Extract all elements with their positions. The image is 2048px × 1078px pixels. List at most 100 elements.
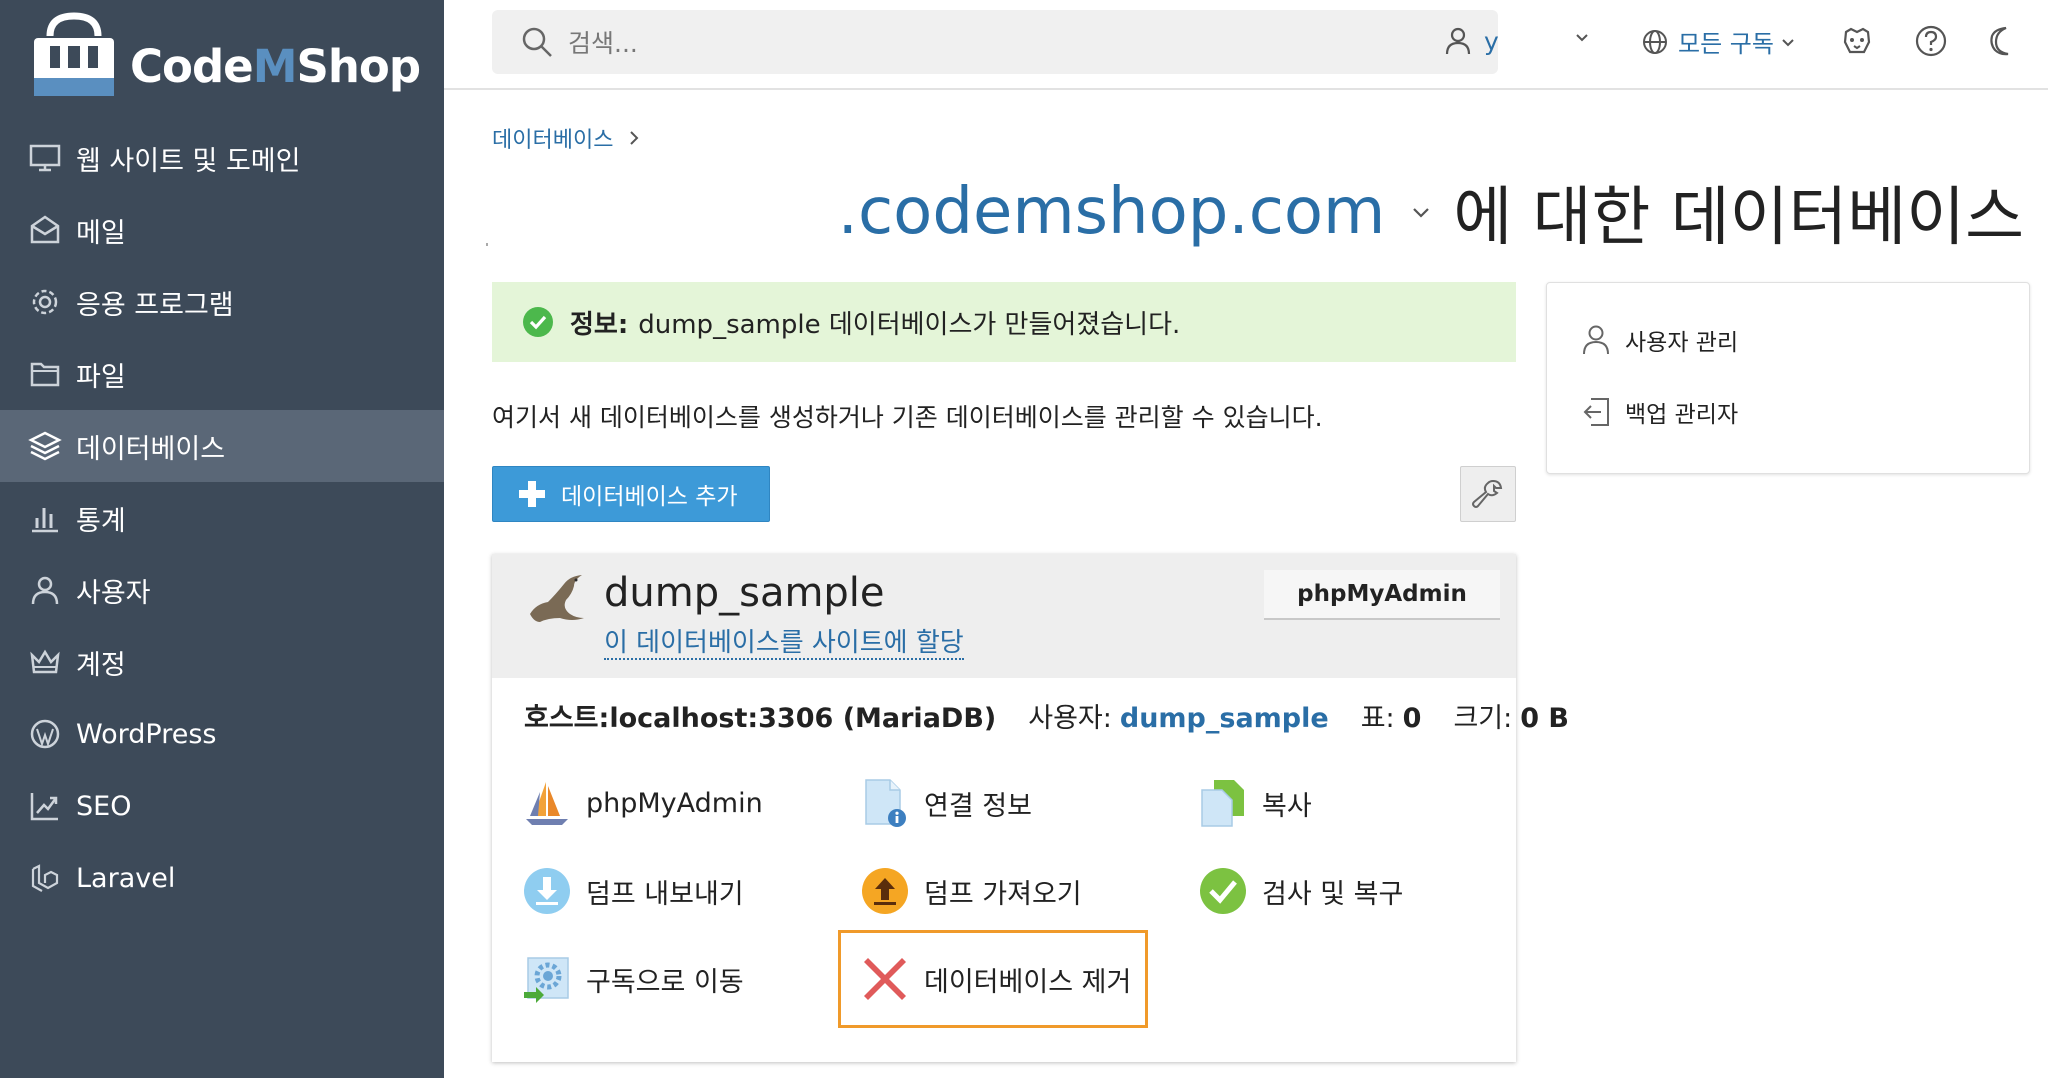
sidebar-item-label: 데이터베이스 xyxy=(76,433,226,465)
sidebar-item-websites[interactable]: 웹 사이트 및 도메인 xyxy=(0,122,444,194)
help-icon[interactable] xyxy=(1914,24,1948,58)
database-name[interactable]: dump_sample xyxy=(604,570,885,616)
tiger-icon[interactable] xyxy=(1840,24,1874,58)
sidebar-item-files[interactable]: 파일 xyxy=(0,338,444,410)
sidebar-item-account[interactable]: 계정 xyxy=(0,626,444,698)
side-panel: 사용자 관리 백업 관리자 xyxy=(1546,282,2030,474)
info-alert: 정보: dump_sample 데이터베이스가 만들어졌습니다. xyxy=(492,282,1516,362)
sidebar-item-label: SEO xyxy=(76,790,132,822)
phpmyadmin-button[interactable]: phpMyAdmin xyxy=(1264,570,1500,620)
export-dump-label: 덤프 내보내기 xyxy=(586,878,744,910)
highlight-box xyxy=(838,930,1148,1028)
subscription-selector[interactable]: 모든 구독 xyxy=(1642,24,1806,59)
sidebar-item-label: 사용자 xyxy=(76,577,151,609)
copy-label: 복사 xyxy=(1262,790,1312,822)
check-repair-action[interactable]: 검사 및 복구 xyxy=(1198,866,1403,916)
move-subscription-action[interactable]: 구독으로 이동 xyxy=(522,954,744,1004)
wordpress-icon xyxy=(28,717,62,751)
sidebar-item-label: 파일 xyxy=(76,361,126,393)
sidebar-item-users[interactable]: 사용자 xyxy=(0,554,444,626)
check-circle-icon xyxy=(523,307,553,337)
folder-icon xyxy=(28,357,62,391)
plus-icon xyxy=(519,481,545,507)
moon-icon[interactable] xyxy=(1986,24,2020,58)
copy-icon xyxy=(1198,778,1248,828)
sidebar-item-applications[interactable]: 응용 프로그램 xyxy=(0,266,444,338)
sidebar-item-seo[interactable]: SEO xyxy=(0,770,444,842)
side-panel-item-user-management[interactable]: 사용자 관리 xyxy=(1581,323,1738,357)
sidebar-item-statistics[interactable]: 통계 xyxy=(0,482,444,554)
user-menu[interactable]: y xyxy=(1444,26,1499,56)
alert-label: 정보: xyxy=(570,309,629,340)
intro-text: 여기서 새 데이터베이스를 생성하거나 기존 데이터베이스를 관리할 수 있습니… xyxy=(492,403,1323,432)
side-panel-label: 백업 관리자 xyxy=(1625,402,1739,428)
connection-info-icon xyxy=(860,778,910,828)
mariadb-seal-icon xyxy=(530,575,584,622)
user-label: 사용자: xyxy=(1028,703,1112,734)
wrench-icon xyxy=(1472,479,1503,508)
user-icon xyxy=(1583,325,1609,355)
crown-icon xyxy=(28,645,62,679)
chevron-right-icon xyxy=(630,131,639,145)
chevron-down-icon[interactable] xyxy=(1411,204,1431,220)
export-dump-action[interactable]: 덤프 내보내기 xyxy=(522,866,744,916)
user-icon xyxy=(1445,27,1471,55)
download-icon xyxy=(522,866,572,916)
connection-info-action[interactable]: 연결 정보 xyxy=(860,778,1032,828)
layers-icon xyxy=(28,429,62,463)
user-name: y xyxy=(1484,26,1499,56)
seo-icon xyxy=(28,789,62,823)
import-dump-label: 덤프 가져오기 xyxy=(924,878,1082,910)
sidebar-nav: 웹 사이트 및 도메인 메일 응용 프로그램 파일 데이터베이스 통계 사용자 … xyxy=(0,122,444,914)
size-value: 0 B xyxy=(1520,703,1569,734)
assign-to-site-link[interactable]: 이 데이터베이스를 사이트에 할당 xyxy=(604,628,964,660)
size-label: 크기: xyxy=(1453,703,1513,734)
breadcrumb-link[interactable]: 데이터베이스 xyxy=(492,122,613,154)
logo-text: CodeMShop xyxy=(130,40,421,93)
alert-message: dump_sample 데이터베이스가 만들어졌습니다. xyxy=(638,309,1181,340)
sidebar-item-wordpress[interactable]: WordPress xyxy=(0,698,444,770)
top-header: 검색... y 모든 구독 xyxy=(444,0,2048,90)
sidebar-item-label: 계정 xyxy=(76,649,126,681)
sidebar-item-label: Laravel xyxy=(76,862,176,894)
db-user-link[interactable]: dump_sample xyxy=(1120,703,1329,734)
globe-icon xyxy=(1643,29,1667,54)
move-subscription-label: 구독으로 이동 xyxy=(586,966,744,998)
sidebar-item-databases[interactable]: 데이터베이스 xyxy=(0,410,444,482)
page-title: .codemshop.com 에 대한 데이터베이스 xyxy=(838,166,2024,258)
upload-icon xyxy=(860,866,910,916)
sidebar-item-mail[interactable]: 메일 xyxy=(0,194,444,266)
search-input[interactable]: 검색... xyxy=(492,10,1498,74)
copy-action[interactable]: 복사 xyxy=(1198,778,1312,828)
sidebar-item-label: WordPress xyxy=(76,718,217,750)
add-database-button[interactable]: 데이터베이스 추가 xyxy=(492,466,770,522)
phpmyadmin-label: phpMyAdmin xyxy=(586,787,763,819)
database-info-row: 호스트:localhost:3306 (MariaDB) 사용자: dump_s… xyxy=(524,696,1569,735)
check-circle-icon xyxy=(1198,866,1248,916)
monitor-icon xyxy=(28,141,62,175)
tables-value: 0 xyxy=(1402,703,1422,734)
gear-icon xyxy=(28,285,62,319)
phpmyadmin-action[interactable]: phpMyAdmin xyxy=(522,778,763,828)
mail-icon xyxy=(28,213,62,247)
user-icon xyxy=(28,573,62,607)
import-dump-action[interactable]: 덤프 가져오기 xyxy=(860,866,1082,916)
subscription-label: 모든 구독 xyxy=(1678,30,1774,58)
phpmyadmin-icon xyxy=(522,778,572,828)
breadcrumb: 데이터베이스 xyxy=(492,122,641,154)
backup-icon xyxy=(1583,398,1609,426)
logo[interactable]: CodeMShop xyxy=(28,12,421,102)
settings-button[interactable] xyxy=(1460,466,1516,522)
title-suffix: 에 대한 데이터베이스 xyxy=(1453,181,2024,255)
search-icon xyxy=(522,27,552,57)
add-database-label: 데이터베이스 추가 xyxy=(561,484,738,510)
side-panel-item-backup-manager[interactable]: 백업 관리자 xyxy=(1581,395,1738,429)
sidebar-item-label: 웹 사이트 및 도메인 xyxy=(76,145,301,177)
chevron-down-icon[interactable] xyxy=(1574,30,1590,44)
sidebar: CodeMShop 웹 사이트 및 도메인 메일 응용 프로그램 파일 데이터베… xyxy=(0,0,444,1078)
connection-info-label: 연결 정보 xyxy=(924,790,1032,822)
domain-name[interactable]: .codemshop.com xyxy=(838,175,1386,249)
move-gear-icon xyxy=(522,954,572,1004)
sidebar-item-laravel[interactable]: Laravel xyxy=(0,842,444,914)
shop-bag-icon xyxy=(34,12,114,96)
